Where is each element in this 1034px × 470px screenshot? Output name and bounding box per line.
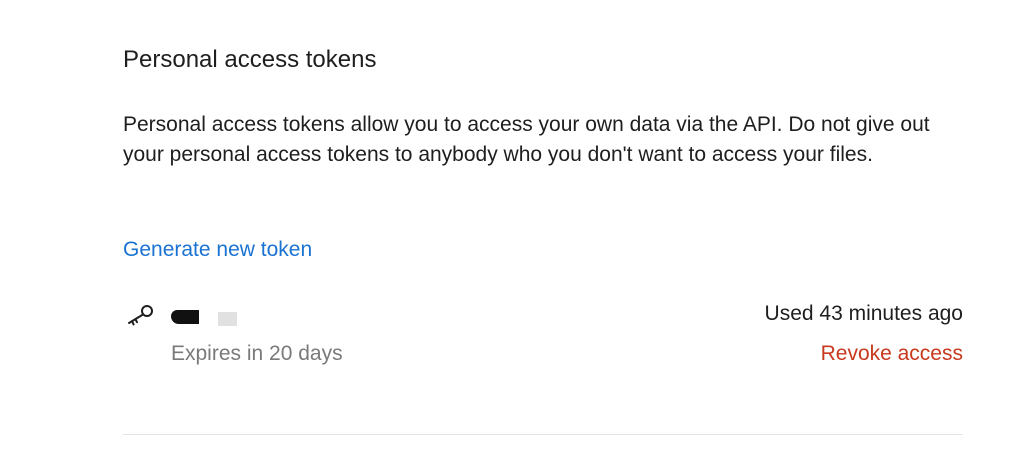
- generate-new-token-link[interactable]: Generate new token: [123, 235, 312, 265]
- redaction-mark: [218, 312, 237, 326]
- token-expiry: Expires in 20 days: [171, 342, 343, 365]
- token-name-redacted: [171, 308, 251, 328]
- personal-access-tokens-section: Personal access tokens Personal access t…: [123, 0, 963, 470]
- revoke-access-link[interactable]: Revoke access: [821, 340, 963, 368]
- divider: [123, 434, 963, 435]
- section-description: Personal access tokens allow you to acce…: [123, 113, 930, 166]
- token-row: Expires in 20 days Used 43 minutes ago R…: [123, 296, 963, 376]
- section-title: Personal access tokens: [123, 46, 377, 73]
- key-icon: [128, 305, 153, 326]
- token-last-used: Used 43 minutes ago: [764, 302, 963, 325]
- redaction-mark: [171, 310, 199, 324]
